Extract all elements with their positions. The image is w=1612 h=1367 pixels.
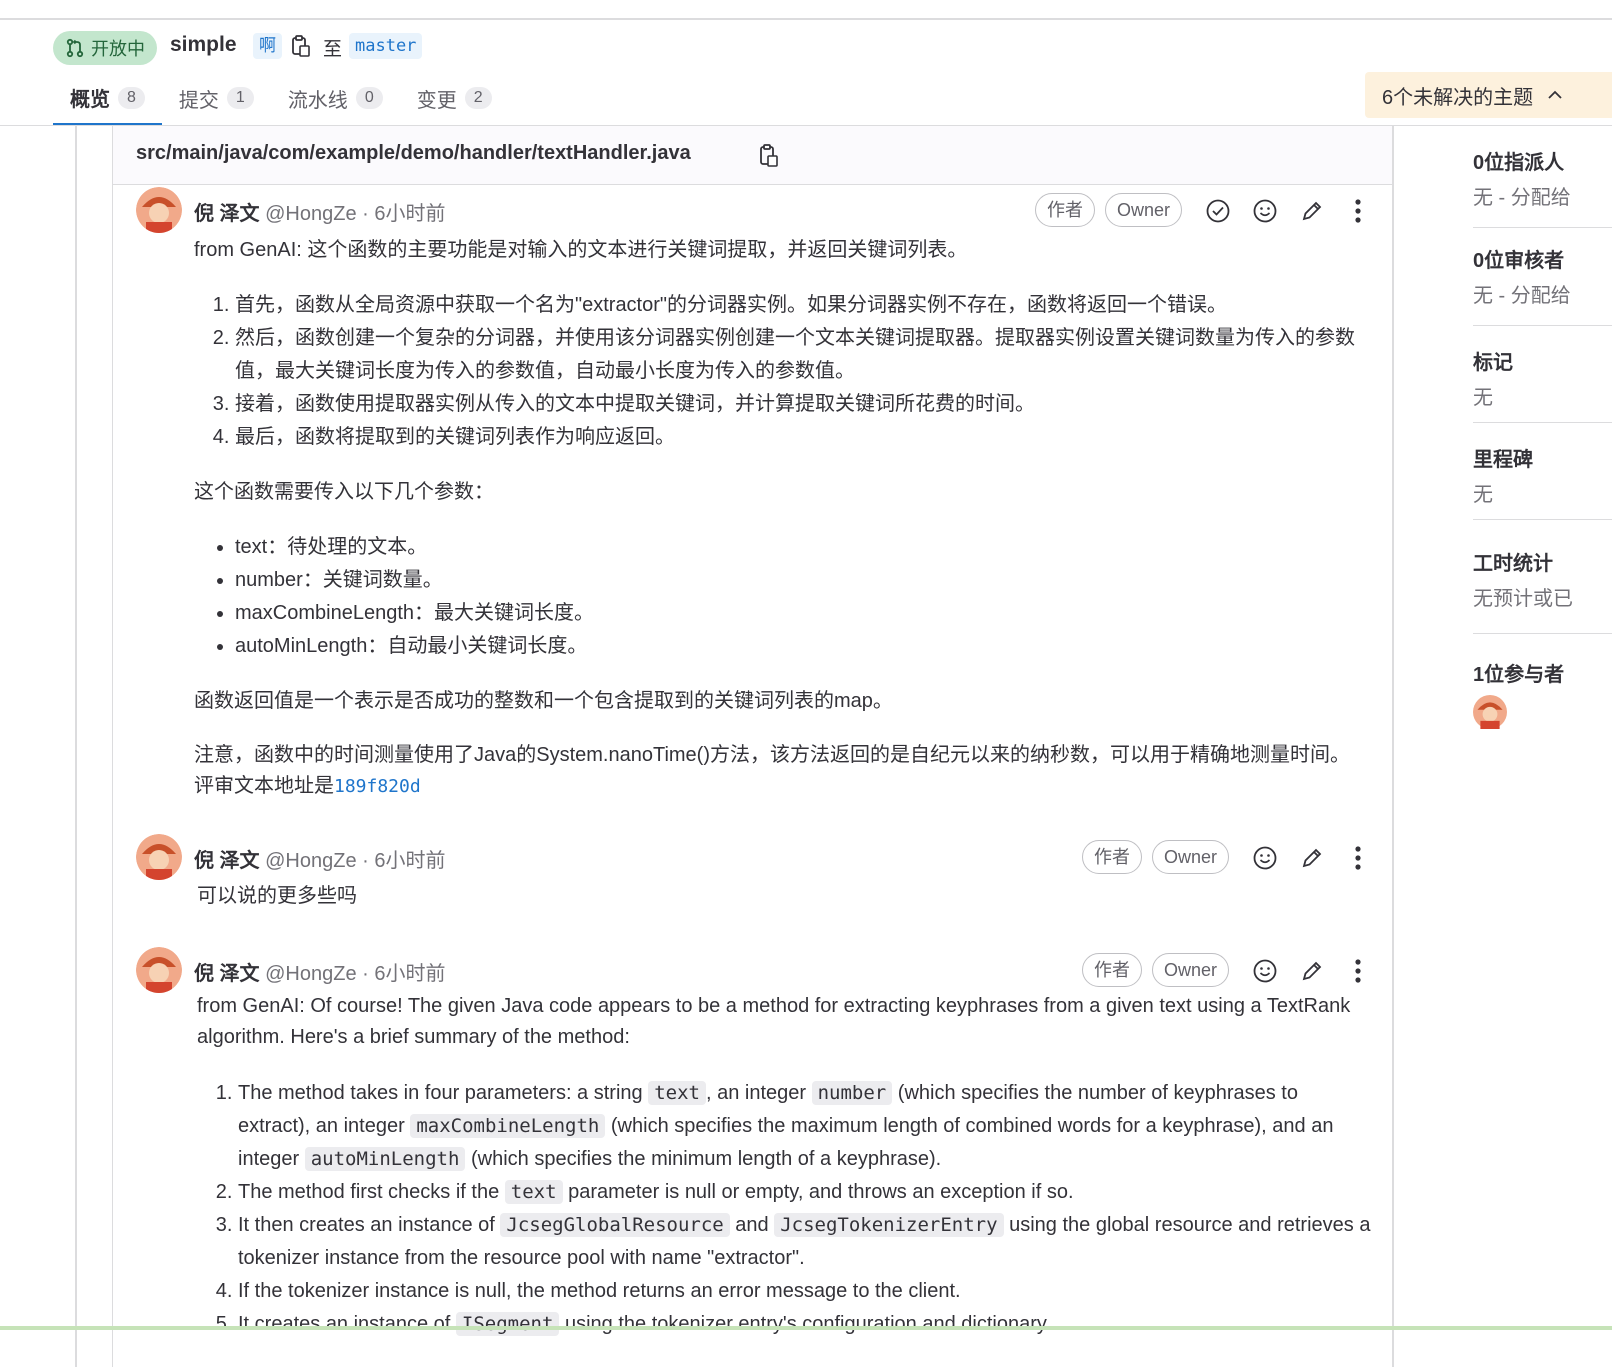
note-header: 倪 泽文 @HongZe · 6小时前 bbox=[194, 844, 445, 873]
file-header: src/main/java/com/example/demo/handler/t… bbox=[113, 126, 1392, 185]
tab-count: 2 bbox=[464, 87, 492, 109]
owner-badge: Owner bbox=[1152, 840, 1230, 874]
owner-badge: Owner bbox=[1152, 953, 1230, 987]
author-meta: @HongZe · 6小时前 bbox=[259, 203, 446, 225]
target-branch[interactable]: master bbox=[349, 33, 423, 59]
source-branch[interactable]: 啊 bbox=[253, 33, 282, 59]
list-item: autoMinLength：自动最小关键词长度。 bbox=[235, 630, 1364, 663]
time-tracking-section: 工时统计 无预计或已 bbox=[1473, 547, 1612, 634]
unresolved-threads-button[interactable]: 6个未解决的主题 bbox=[1365, 72, 1612, 118]
author-name[interactable]: 倪 泽文 bbox=[194, 963, 260, 985]
assignees-value[interactable]: 无 - 分配给 bbox=[1473, 181, 1612, 210]
reviewers-section: 0位审核者 无 - 分配给 bbox=[1473, 244, 1612, 326]
list-item: 最后，函数将提取到的关键词列表作为响应返回。 bbox=[235, 421, 1364, 454]
author-name[interactable]: 倪 泽文 bbox=[194, 850, 260, 872]
tab-count: 0 bbox=[355, 87, 383, 109]
note-header: 倪 泽文 @HongZe · 6小时前 bbox=[194, 197, 445, 226]
merge-request-icon bbox=[66, 38, 84, 58]
list-item: If the tokenizer instance is null, the m… bbox=[238, 1275, 1372, 1308]
list-item: The method takes in four parameters: a s… bbox=[238, 1077, 1372, 1176]
inline-code: text bbox=[648, 1081, 706, 1105]
author-meta: @HongZe · 6小时前 bbox=[259, 963, 446, 985]
tab-commits[interactable]: 提交 1 bbox=[162, 72, 271, 124]
bottom-status-bar bbox=[0, 1326, 1612, 1330]
inline-code: JcsegTokenizerEntry bbox=[774, 1213, 1004, 1237]
list-item: 接着，函数使用提取器实例从传入的文本中提取关键词，并计算提取关键词所花费的时间。 bbox=[235, 388, 1364, 421]
inline-code: ISegment bbox=[455, 1312, 560, 1336]
emoji-reaction-icon[interactable] bbox=[1250, 956, 1280, 986]
assignees-section: 0位指派人 无 - 分配给 bbox=[1473, 146, 1612, 228]
timeline-rail bbox=[75, 126, 77, 1367]
reviewers-value[interactable]: 无 - 分配给 bbox=[1473, 279, 1612, 308]
note-body: from GenAI: 这个函数的主要功能是对输入的文本进行关键词提取，并返回关… bbox=[194, 234, 1364, 802]
step-list: 首先，函数从全局资源中获取一个名为"extractor"的分词器实例。如果分词器… bbox=[194, 289, 1364, 454]
more-actions-icon[interactable] bbox=[1343, 956, 1373, 986]
author-name[interactable]: 倪 泽文 bbox=[194, 203, 260, 225]
emoji-reaction-icon[interactable] bbox=[1250, 196, 1280, 226]
list-item: text：待处理的文本。 bbox=[235, 531, 1364, 564]
list-item: 首先，函数从全局资源中获取一个名为"extractor"的分词器实例。如果分词器… bbox=[235, 289, 1364, 322]
milestone-section: 里程碑 无 bbox=[1473, 443, 1612, 520]
inline-code: JcsegGlobalResource bbox=[500, 1213, 730, 1237]
note-body: from GenAI: Of course! The given Java co… bbox=[197, 991, 1372, 1341]
edit-pencil-icon[interactable] bbox=[1297, 196, 1327, 226]
participants-section: 1位参与者 bbox=[1473, 658, 1612, 738]
labels-section: 标记 无 bbox=[1473, 346, 1612, 423]
author-badge: 作者 bbox=[1082, 840, 1142, 874]
commit-link[interactable]: 189f820d bbox=[334, 776, 421, 797]
param-list: text：待处理的文本。 number：关键词数量。 maxCombineLen… bbox=[194, 531, 1364, 663]
status-label: 开放中 bbox=[91, 39, 145, 59]
inline-code: autoMinLength bbox=[304, 1147, 466, 1171]
inline-code: text bbox=[504, 1180, 563, 1204]
comment-note: 倪 泽文 @HongZe · 6小时前 作者 Owner 可以说的更多些吗 bbox=[113, 834, 1392, 934]
tab-changes[interactable]: 变更 2 bbox=[400, 72, 509, 124]
right-sidebar: 0位指派人 无 - 分配给 0位审核者 无 - 分配给 标记 无 里程碑 无 工… bbox=[1393, 126, 1612, 1367]
list-item: number：关键词数量。 bbox=[235, 564, 1364, 597]
chevron-up-icon bbox=[1548, 90, 1562, 99]
inline-code: number bbox=[811, 1081, 893, 1105]
inline-code: maxCombineLength bbox=[410, 1114, 606, 1138]
status-badge: 开放中 bbox=[53, 31, 157, 65]
mr-title: simple bbox=[170, 33, 237, 56]
more-actions-icon[interactable] bbox=[1343, 196, 1373, 226]
discussion-thread: src/main/java/com/example/demo/handler/t… bbox=[112, 126, 1393, 1367]
note-body: 可以说的更多些吗 bbox=[197, 885, 357, 907]
list-item: It then creates an instance of JcsegGlob… bbox=[238, 1209, 1372, 1275]
author-badge: 作者 bbox=[1082, 953, 1142, 987]
tab-count: 8 bbox=[118, 86, 145, 109]
top-divider bbox=[0, 18, 1612, 20]
participant-avatar[interactable] bbox=[1473, 695, 1507, 729]
resolve-thread-icon[interactable] bbox=[1203, 196, 1233, 226]
author-badge: 作者 bbox=[1035, 193, 1095, 227]
comment-note: 倪 泽文 @HongZe · 6小时前 作者 Owner from GenAI:… bbox=[113, 187, 1392, 847]
list-item: The method first checks if the text para… bbox=[238, 1176, 1372, 1209]
copy-file-path-icon[interactable] bbox=[758, 142, 780, 168]
owner-badge: Owner bbox=[1105, 193, 1183, 227]
list-item: maxCombineLength：最大关键词长度。 bbox=[235, 597, 1364, 630]
edit-pencil-icon[interactable] bbox=[1297, 843, 1327, 873]
copy-branch-icon[interactable] bbox=[290, 34, 312, 58]
step-list: The method takes in four parameters: a s… bbox=[197, 1077, 1372, 1341]
more-actions-icon[interactable] bbox=[1343, 843, 1373, 873]
mr-tabs: 概览 8 提交 1 流水线 0 变更 2 bbox=[53, 72, 509, 126]
tab-overview[interactable]: 概览 8 bbox=[53, 72, 162, 126]
avatar[interactable] bbox=[136, 187, 182, 233]
tab-count: 1 bbox=[226, 87, 254, 109]
avatar[interactable] bbox=[136, 834, 182, 880]
edit-pencil-icon[interactable] bbox=[1297, 956, 1327, 986]
avatar[interactable] bbox=[136, 947, 182, 993]
emoji-reaction-icon[interactable] bbox=[1250, 843, 1280, 873]
comment-note: 倪 泽文 @HongZe · 6小时前 作者 Owner from GenAI:… bbox=[113, 947, 1392, 1367]
file-path[interactable]: src/main/java/com/example/demo/handler/t… bbox=[136, 142, 691, 165]
list-item: 然后，函数创建一个复杂的分词器，并使用该分词器实例创建一个文本关键词提取器。提取… bbox=[235, 322, 1364, 388]
branch-to-label: 至 bbox=[323, 39, 343, 60]
author-meta: @HongZe · 6小时前 bbox=[259, 850, 446, 872]
list-item: It creates an instance of ISegment using… bbox=[238, 1308, 1372, 1341]
note-header: 倪 泽文 @HongZe · 6小时前 bbox=[194, 957, 445, 986]
tab-pipelines[interactable]: 流水线 0 bbox=[271, 72, 400, 124]
